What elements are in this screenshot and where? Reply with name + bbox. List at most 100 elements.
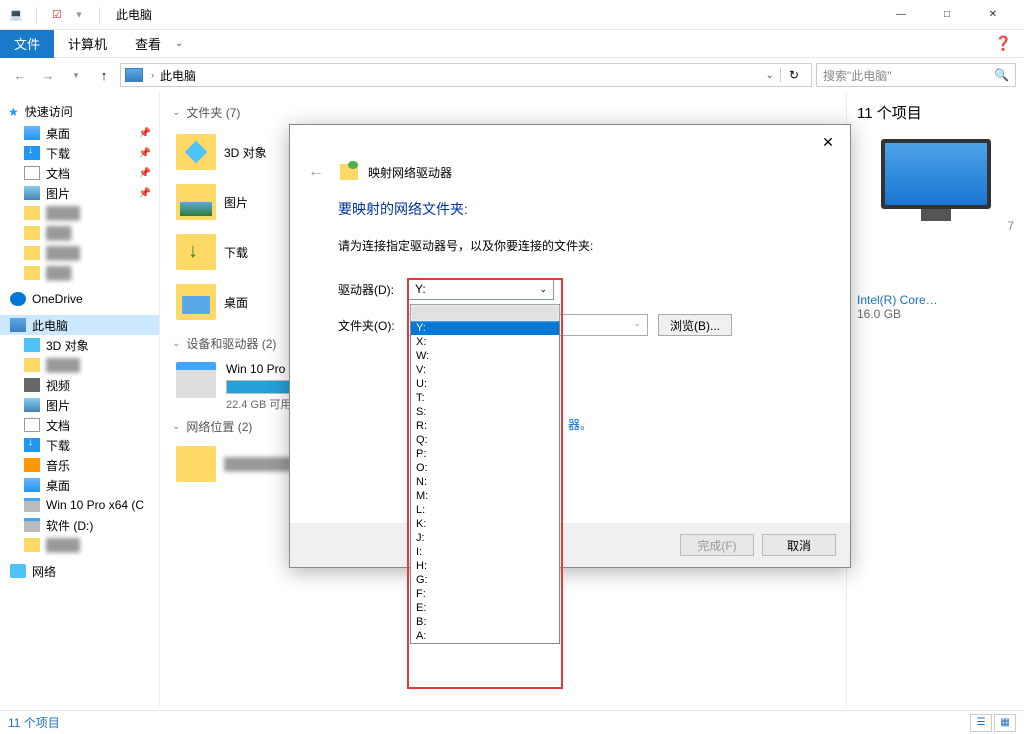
dropdown-blurred-item[interactable]	[411, 305, 559, 321]
sidebar-item-music[interactable]: 音乐	[0, 455, 159, 475]
dropdown-option[interactable]: N:	[411, 475, 559, 489]
dialog-instruction: 请为连接指定驱动器号，以及你要连接的文件夹:	[338, 237, 802, 254]
sidebar-item-3d[interactable]: 3D 对象	[0, 335, 159, 355]
dropdown-option[interactable]: H:	[411, 559, 559, 573]
ram-info: 16.0 GB	[857, 307, 1014, 321]
tab-file[interactable]: 文件	[0, 30, 54, 58]
refresh-icon[interactable]: ↻	[780, 68, 807, 82]
browse-button[interactable]: 浏览(B)...	[658, 314, 732, 336]
dropdown-option[interactable]: Q:	[411, 433, 559, 447]
drive-select[interactable]: Y: ⌄	[408, 278, 554, 300]
dropdown-option[interactable]: A:	[411, 629, 559, 643]
sidebar-item-pictures[interactable]: 图片📌	[0, 183, 159, 203]
nav-back-button[interactable]: ←	[8, 63, 32, 87]
dropdown-option[interactable]: X:	[411, 335, 559, 349]
map-network-drive-dialog: ✕ ← 映射网络驱动器 要映射的网络文件夹: 请为连接指定驱动器号，以及你要连接…	[289, 124, 851, 568]
view-icons-button[interactable]: ▦	[994, 714, 1016, 732]
dropdown-option[interactable]: Y:	[411, 321, 559, 335]
folder-label: 文件夹(O):	[338, 317, 408, 334]
dialog-icon	[340, 164, 358, 180]
ribbon-expand-icon[interactable]: ⌄	[175, 38, 183, 49]
sidebar-network[interactable]: 网络	[0, 561, 159, 581]
item-count: 11 个项目	[857, 102, 1014, 123]
dialog-close-button[interactable]: ✕	[816, 130, 840, 154]
close-button[interactable]: ✕	[970, 0, 1016, 30]
sidebar-this-pc[interactable]: 此电脑	[0, 315, 159, 335]
sidebar-item-documents[interactable]: 文档📌	[0, 163, 159, 183]
dropdown-option[interactable]: P:	[411, 447, 559, 461]
sidebar-item[interactable]: ████	[0, 203, 159, 223]
dropdown-option[interactable]: E:	[411, 601, 559, 615]
sidebar-item[interactable]: ███	[0, 263, 159, 283]
sidebar-item-videos[interactable]: 视频	[0, 375, 159, 395]
sidebar-item-downloads[interactable]: 下载📌	[0, 143, 159, 163]
dropdown-option[interactable]: K:	[411, 517, 559, 531]
dropdown-option[interactable]: T:	[411, 391, 559, 405]
dropdown-option[interactable]: F:	[411, 587, 559, 601]
tab-view[interactable]: 查看	[121, 30, 175, 58]
search-icon: 🔍	[994, 68, 1009, 82]
drive-icon	[176, 362, 216, 398]
dropdown-option[interactable]: L:	[411, 503, 559, 517]
dropdown-option[interactable]: B:	[411, 615, 559, 629]
minimize-button[interactable]: —	[878, 0, 924, 30]
address-bar[interactable]: › 此电脑 ⌄ ↻	[120, 63, 812, 87]
sidebar-item-downloads2[interactable]: 下载	[0, 435, 159, 455]
cpu-info: Intel(R) Core…	[857, 293, 1014, 307]
status-item-count: 11 个项目	[8, 714, 60, 731]
drive-dropdown-list[interactable]: Y:X:W:V:U:T:S:R:Q:P:O:N:M:L:K:J:I:H:G:F:…	[410, 304, 560, 644]
pc-icon	[125, 68, 143, 82]
group-folders[interactable]: ⌄文件夹 (7)	[172, 104, 834, 121]
sidebar-onedrive[interactable]: OneDrive	[0, 289, 159, 309]
status-bar: 11 个项目 ☰ ▦	[0, 710, 1024, 734]
maximize-button[interactable]: □	[924, 0, 970, 30]
dropdown-option[interactable]: R:	[411, 419, 559, 433]
breadcrumb-this-pc[interactable]: 此电脑	[156, 67, 200, 84]
dropdown-option[interactable]: O:	[411, 461, 559, 475]
window-title: 此电脑	[116, 6, 152, 23]
dialog-heading: 要映射的网络文件夹:	[338, 199, 802, 219]
sidebar-item-desktop2[interactable]: 桌面	[0, 475, 159, 495]
nav-up-button[interactable]: ↑	[92, 63, 116, 87]
dropdown-option[interactable]: I:	[411, 545, 559, 559]
details-pane: 11 个项目 7 Intel(R) Core… 16.0 GB	[846, 92, 1024, 707]
sidebar-item[interactable]: ████	[0, 243, 159, 263]
qat-properties-icon[interactable]: ☑	[49, 7, 65, 23]
dropdown-option[interactable]: M:	[411, 489, 559, 503]
finish-button[interactable]: 完成(F)	[680, 534, 754, 556]
qat-dropdown-icon[interactable]: ▾	[71, 7, 87, 23]
ribbon-bar: 文件 计算机 查看 ⌄ ❓	[0, 30, 1024, 58]
dropdown-option[interactable]: W:	[411, 349, 559, 363]
sidebar-item-pictures2[interactable]: 图片	[0, 395, 159, 415]
view-details-button[interactable]: ☰	[970, 714, 992, 732]
sidebar-item-softd[interactable]: 软件 (D:)	[0, 515, 159, 535]
dropdown-option[interactable]: G:	[411, 573, 559, 587]
chevron-down-icon: ⌄	[539, 284, 547, 295]
cancel-button[interactable]: 取消	[762, 534, 836, 556]
dialog-back-button[interactable]: ←	[308, 163, 324, 181]
dropdown-option[interactable]: U:	[411, 377, 559, 391]
dialog-link[interactable]: 器。	[568, 418, 592, 432]
sidebar-item[interactable]: ███	[0, 223, 159, 243]
chevron-right-icon[interactable]: ›	[149, 70, 156, 80]
sidebar-item-desktop[interactable]: 桌面📌	[0, 123, 159, 143]
drive-label: 驱动器(D):	[338, 281, 408, 298]
sidebar-quick-access[interactable]: ★快速访问	[0, 100, 159, 123]
search-placeholder: 搜索"此电脑"	[823, 67, 994, 84]
dropdown-option[interactable]: V:	[411, 363, 559, 377]
nav-forward-button: →	[36, 63, 60, 87]
help-icon[interactable]: ❓	[995, 35, 1012, 52]
sidebar-item[interactable]: ████	[0, 535, 159, 555]
tab-computer[interactable]: 计算机	[54, 30, 121, 58]
dropdown-option[interactable]: S:	[411, 405, 559, 419]
dropdown-option[interactable]: J:	[411, 531, 559, 545]
sidebar-item-documents2[interactable]: 文档	[0, 415, 159, 435]
address-dropdown-icon[interactable]: ⌄	[760, 70, 780, 81]
sidebar-item[interactable]: ████	[0, 355, 159, 375]
app-icon: 💻	[8, 7, 24, 23]
pc-image	[876, 139, 996, 229]
sidebar-item-win10[interactable]: Win 10 Pro x64 (C	[0, 495, 159, 515]
search-input[interactable]: 搜索"此电脑" 🔍	[816, 63, 1016, 87]
nav-recent-button[interactable]: ▾	[64, 63, 88, 87]
title-bar: 💻 ☑ ▾ 此电脑 — □ ✕	[0, 0, 1024, 30]
